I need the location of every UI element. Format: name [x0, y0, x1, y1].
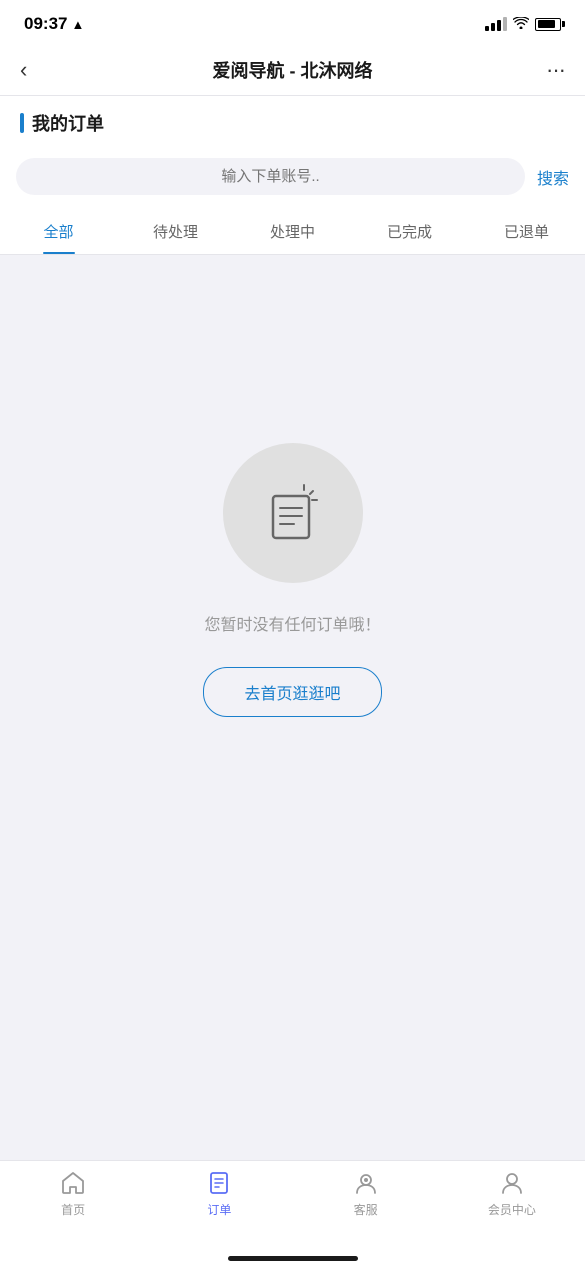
empty-state: 您暂时没有任何订单哦！ 去首页逛逛吧: [0, 255, 585, 905]
battery-icon: [535, 18, 561, 31]
bottom-tab-bar: 首页 订单 客服: [0, 1160, 585, 1248]
bottom-tab-order[interactable]: 订单: [146, 1169, 292, 1248]
service-icon: [352, 1169, 380, 1197]
empty-message: 您暂时没有任何订单哦！: [204, 611, 380, 635]
bottom-tab-home[interactable]: 首页: [0, 1169, 146, 1248]
home-indicator-bar: [228, 1256, 358, 1261]
bottom-tab-member[interactable]: 会员中心: [439, 1169, 585, 1248]
tab-cancelled[interactable]: 已退单: [468, 209, 585, 254]
title-accent: [20, 113, 24, 133]
content-spacer: [0, 905, 585, 1161]
search-input-container: [16, 158, 525, 195]
go-home-button[interactable]: 去首页逛逛吧: [203, 667, 381, 717]
signal-icon: [485, 17, 507, 31]
nav-bar: ‹ 爱阅导航 - 北沐网络 ···: [0, 44, 585, 96]
bottom-tab-service[interactable]: 客服: [293, 1169, 439, 1248]
bottom-tab-home-label: 首页: [61, 1201, 85, 1218]
status-bar: 09:37 ▲: [0, 0, 585, 44]
member-icon: [498, 1169, 526, 1197]
bottom-tab-order-label: 订单: [207, 1201, 231, 1218]
tabs-bar: 全部 待处理 处理中 已完成 已退单: [0, 209, 585, 255]
tab-all[interactable]: 全部: [0, 209, 117, 254]
empty-order-icon: [258, 478, 328, 548]
order-icon: [205, 1169, 233, 1197]
home-indicator: [0, 1248, 585, 1273]
back-button[interactable]: ‹: [20, 57, 64, 83]
page-title-bar: 我的订单: [0, 96, 585, 148]
bottom-tab-service-label: 客服: [354, 1201, 378, 1218]
bottom-tab-member-label: 会员中心: [488, 1201, 536, 1218]
tab-completed[interactable]: 已完成: [351, 209, 468, 254]
status-icons: [485, 16, 561, 32]
tab-processing[interactable]: 处理中: [234, 209, 351, 254]
page-title: 我的订单: [32, 110, 104, 136]
home-icon: [59, 1169, 87, 1197]
status-time: 09:37: [24, 14, 67, 34]
search-input[interactable]: [32, 168, 509, 185]
location-icon: ▲: [71, 17, 84, 32]
more-button[interactable]: ···: [521, 57, 565, 83]
search-button[interactable]: 搜索: [537, 165, 569, 189]
empty-icon-circle: [223, 443, 363, 583]
search-bar: 搜索: [0, 148, 585, 209]
nav-title: 爱阅导航 - 北沐网络: [213, 57, 373, 83]
wifi-icon: [513, 16, 529, 32]
tab-pending[interactable]: 待处理: [117, 209, 234, 254]
